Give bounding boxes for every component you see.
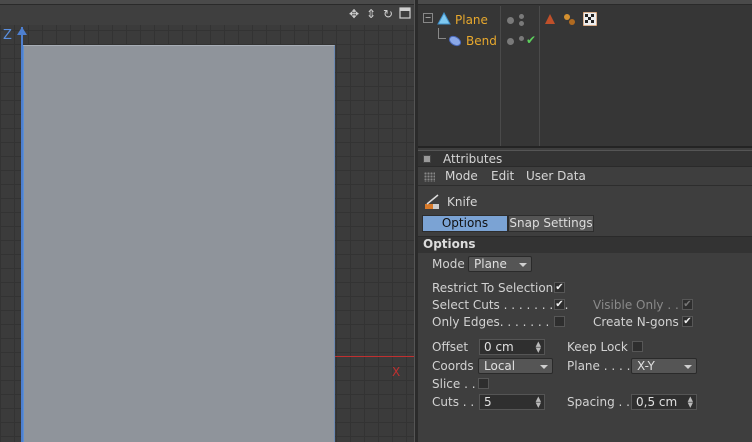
only-edges-checkbox[interactable] (554, 316, 565, 327)
select-cuts-checkbox[interactable]: ✔ (554, 299, 565, 310)
object-name: Bend (466, 34, 497, 48)
visible-only-checkbox[interactable]: ✔ (682, 299, 693, 310)
mode-label: Mode (432, 257, 465, 271)
mode-dropdown[interactable]: Plane (468, 256, 532, 272)
x-axis-line (335, 356, 414, 357)
menu-edit[interactable]: Edit (491, 169, 514, 183)
menu-mode[interactable]: Mode (445, 169, 478, 183)
spacing-input[interactable]: 0,5 cm ▲ ▼ (631, 394, 697, 410)
stepper-icon[interactable]: ▲ ▼ (536, 341, 541, 354)
plane-label: Plane . . . . (567, 359, 631, 373)
attributes-title: Attributes (443, 152, 503, 166)
keep-lock-checkbox[interactable] (632, 341, 643, 352)
stepper-icon[interactable]: ▲ ▼ (688, 396, 693, 409)
move-icon[interactable]: ✥ (347, 7, 361, 21)
spacing-value: 0,5 cm (636, 395, 678, 409)
panel-menu-icon[interactable] (423, 155, 431, 163)
render-visibility-dot[interactable] (519, 21, 524, 26)
chevron-down-icon (540, 365, 548, 369)
object-row-bend[interactable]: Bend ✔ (418, 28, 752, 51)
section-title: Options (423, 237, 476, 251)
object-row-plane[interactable]: − Plane (418, 10, 752, 30)
offset-value: 0 cm (484, 340, 514, 354)
chevron-down-icon (519, 263, 527, 267)
material-checker-icon[interactable] (583, 12, 597, 26)
tool-name: Knife (447, 195, 478, 209)
mode-value: Plane (474, 257, 507, 271)
spacing-label: Spacing . . (567, 395, 630, 409)
object-name: Plane (455, 13, 488, 27)
attributes-manager: Attributes Mode Edit User Data Knife Opt… (418, 150, 752, 442)
restrict-to-selection-checkbox[interactable]: ✔ (554, 282, 565, 293)
slice-label: Slice . . (432, 377, 476, 391)
plane-icon (437, 12, 451, 25)
stepper-icon[interactable]: ▲ ▼ (536, 396, 541, 409)
coords-dropdown[interactable]: Local (478, 358, 553, 374)
select-cuts-label: Select Cuts . . . . . . . . . (432, 298, 569, 312)
phong-tag-icon[interactable] (544, 13, 556, 25)
texture-tag-icon[interactable] (562, 12, 576, 26)
render-visibility-dot[interactable] (519, 14, 524, 19)
object-manager[interactable]: − Plane Bend ✔ (418, 0, 752, 148)
chevron-down-icon (684, 365, 692, 369)
collapse-icon[interactable]: − (423, 13, 433, 23)
editor-visibility-dot[interactable] (507, 17, 514, 24)
bend-deformer-icon (448, 35, 462, 47)
grip-icon[interactable] (424, 172, 435, 182)
attributes-title-bar: Attributes (418, 150, 752, 167)
z-axis-line (21, 27, 23, 442)
only-edges-label: Only Edges. . . . . . . . . (432, 315, 565, 329)
plane-value: X-Y (637, 359, 655, 373)
tab-options[interactable]: Options (422, 215, 508, 232)
create-ngons-checkbox[interactable]: ✔ (682, 316, 693, 327)
restrict-to-selection-label: Restrict To Selection (432, 281, 554, 295)
plane-dropdown[interactable]: X-Y (631, 358, 697, 374)
tab-snap-settings[interactable]: Snap Settings (508, 215, 594, 232)
rotate-icon[interactable]: ↻ (381, 7, 395, 21)
plane-object[interactable] (22, 45, 335, 442)
zoom-icon[interactable]: ⇕ (364, 7, 378, 21)
z-axis-arrow-icon (17, 27, 27, 35)
viewport[interactable]: ✥ ⇕ ↻ Z X (0, 0, 414, 442)
cuts-value: 5 (484, 395, 492, 409)
editor-visibility-dot[interactable] (507, 38, 514, 45)
section-header: Options (418, 236, 752, 253)
offset-label: Offset (432, 340, 469, 354)
viewport-header: ✥ ⇕ ↻ (0, 5, 414, 25)
cuts-label: Cuts . . (432, 395, 475, 409)
knife-icon (425, 194, 439, 209)
menu-user-data[interactable]: User Data (526, 169, 586, 183)
keep-lock-label: Keep Lock (567, 340, 628, 354)
attributes-menu-bar: Mode Edit User Data (418, 168, 752, 186)
hierarchy-connector (438, 28, 446, 39)
render-visibility-dot[interactable] (519, 36, 524, 41)
z-axis-label: Z (3, 28, 12, 43)
tool-header: Knife (418, 190, 752, 214)
visible-only-label: Visible Only . . (593, 298, 679, 312)
x-axis-label: X (392, 365, 401, 379)
maximize-icon[interactable] (398, 7, 412, 21)
create-ngons-label: Create N-gons (593, 315, 679, 329)
object-manager-top-strip (418, 0, 752, 5)
enabled-check-icon[interactable]: ✔ (526, 33, 536, 47)
offset-input[interactable]: 0 cm ▲ ▼ (479, 339, 545, 355)
slice-checkbox[interactable] (478, 378, 489, 389)
cuts-input[interactable]: 5 ▲ ▼ (479, 394, 545, 410)
coords-label: Coords (432, 359, 474, 373)
coords-value: Local (484, 359, 516, 373)
